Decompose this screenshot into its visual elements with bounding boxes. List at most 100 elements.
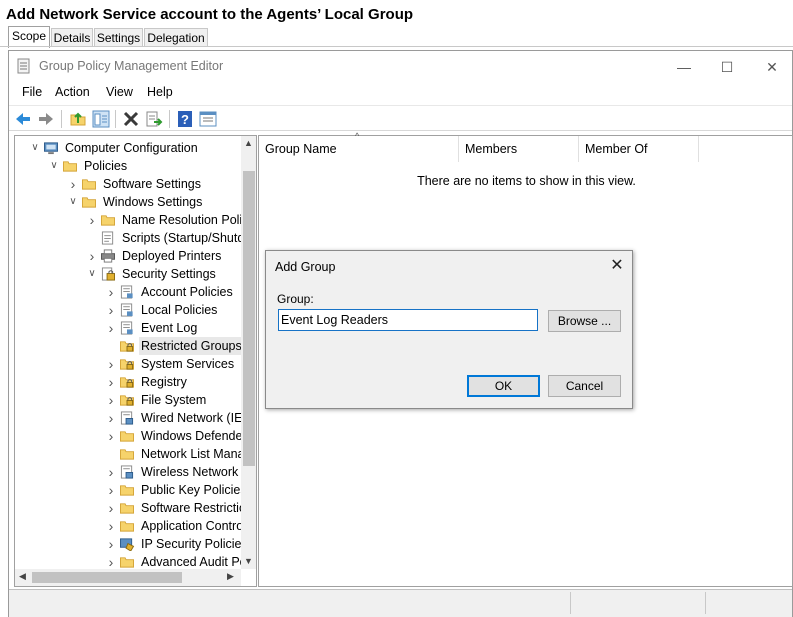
menu-bar: File Action View Help (9, 82, 792, 104)
back-arrow-icon[interactable] (14, 110, 32, 128)
tab-details[interactable]: Details (51, 28, 93, 47)
column-header-member-of[interactable]: Member Of (579, 136, 699, 162)
empty-list-message: There are no items to show in this view. (417, 174, 636, 188)
tree-item-label: Application Contro (141, 519, 244, 533)
folder-icon (120, 449, 134, 460)
scroll-down-icon[interactable]: ▼ (244, 556, 253, 566)
menu-action[interactable]: Action (55, 85, 90, 99)
tree-vertical-scroll-thumb[interactable] (243, 171, 255, 466)
help-icon[interactable]: ? (176, 110, 194, 128)
collapse-chevron-icon[interactable]: ∨ (86, 265, 98, 283)
tree-item-label: Event Log (141, 321, 198, 335)
tree-item-label: Account Policies (141, 285, 233, 299)
tree-horizontal-scroll-thumb[interactable] (32, 572, 182, 583)
collapse-chevron-icon[interactable]: ∨ (48, 157, 60, 175)
app-icon (17, 58, 30, 74)
toolbar: ? (9, 105, 792, 131)
expand-chevron-icon[interactable]: › (105, 535, 117, 553)
menu-file[interactable]: File (22, 85, 42, 99)
collapse-chevron-icon[interactable]: ∨ (67, 193, 79, 211)
show-hide-tree-icon[interactable] (92, 110, 110, 128)
svg-text:?: ? (181, 112, 189, 127)
expand-chevron-icon[interactable]: › (105, 427, 117, 445)
dialog-close-icon[interactable]: ✕ (606, 255, 628, 277)
window-titlebar: Group Policy Management Editor — ☐ ✕ (9, 51, 792, 81)
expand-chevron-icon[interactable]: › (105, 319, 117, 337)
tab-scope[interactable]: Scope (8, 26, 50, 48)
tree-item-label: Windows Settings (103, 195, 203, 209)
policy-icon (120, 285, 133, 299)
locked-folder-icon (120, 341, 134, 352)
expand-chevron-icon[interactable]: › (86, 211, 98, 229)
tree-item-label: Computer Configuration (65, 141, 198, 155)
folder-icon (120, 557, 134, 568)
expand-chevron-icon[interactable]: › (105, 481, 117, 499)
expand-chevron-icon[interactable]: › (105, 283, 117, 301)
cancel-button[interactable]: Cancel (548, 375, 621, 397)
tab-delegation[interactable]: Delegation (144, 28, 208, 47)
add-group-dialog: Add Group ✕ Group: Browse ... OK Cancel (265, 250, 633, 409)
tab-divider (0, 46, 793, 47)
group-name-input[interactable] (278, 309, 538, 331)
folder-icon (120, 521, 134, 532)
collapse-chevron-icon[interactable]: ∨ (29, 139, 41, 157)
status-divider (705, 592, 706, 614)
folder-icon (120, 485, 134, 496)
scroll-right-icon[interactable]: ▶ (227, 571, 234, 582)
dialog-title: Add Group (275, 260, 336, 274)
locked-folder-icon (120, 359, 134, 370)
expand-chevron-icon[interactable]: › (105, 409, 117, 427)
expand-chevron-icon[interactable]: › (105, 499, 117, 517)
maximize-button[interactable]: ☐ (712, 56, 742, 78)
scroll-up-icon[interactable]: ▲ (244, 138, 253, 148)
locked-folder-icon (120, 395, 134, 406)
toolbar-separator (61, 110, 62, 128)
expand-chevron-icon[interactable]: › (67, 175, 79, 193)
tree-item-label: Software Restrictio (141, 501, 246, 515)
tab-settings[interactable]: Settings (94, 28, 143, 47)
menu-view[interactable]: View (106, 85, 133, 99)
expand-chevron-icon[interactable]: › (105, 373, 117, 391)
forward-arrow-icon[interactable] (37, 110, 55, 128)
folder-icon (120, 431, 134, 442)
toolbar-separator (115, 110, 116, 128)
network-policy-icon (120, 411, 134, 425)
ok-button[interactable]: OK (467, 375, 540, 397)
expand-chevron-icon[interactable]: › (105, 355, 117, 373)
export-list-icon[interactable] (145, 110, 163, 128)
browse-button[interactable]: Browse ... (548, 310, 621, 332)
sort-ascending-icon: ^ (355, 131, 360, 141)
expand-chevron-icon[interactable]: › (105, 463, 117, 481)
close-button[interactable]: ✕ (757, 56, 787, 78)
tree-item-label: Scripts (Startup/Shutdo (122, 231, 252, 245)
expand-chevron-icon[interactable]: › (105, 301, 117, 319)
delete-x-icon[interactable] (122, 110, 140, 128)
properties-icon[interactable] (199, 110, 217, 128)
tree-item-label: Windows Defender (141, 429, 247, 443)
tree-item-label: Name Resolution Polic (122, 213, 249, 227)
tree-item-label: Deployed Printers (122, 249, 222, 263)
group-field-label: Group: (277, 292, 314, 306)
expand-chevron-icon[interactable]: › (105, 517, 117, 535)
tree-item-label: Public Key Policies (141, 483, 247, 497)
menu-help[interactable]: Help (147, 85, 173, 99)
scroll-left-icon[interactable]: ◀ (19, 571, 26, 582)
network-policy-icon (120, 465, 134, 479)
console-tree[interactable]: ∨ Computer Configuration ∨ Policies › Softwar… (14, 135, 257, 587)
expand-chevron-icon[interactable]: › (105, 391, 117, 409)
tree-item-label: Wireless Network ( (141, 465, 246, 479)
tree-item-label: Security Settings (122, 267, 216, 281)
minimize-button[interactable]: — (669, 56, 699, 78)
expand-chevron-icon[interactable]: › (86, 247, 98, 265)
up-folder-icon[interactable] (69, 110, 87, 128)
column-header-members[interactable]: Members (459, 136, 579, 162)
folder-icon (82, 179, 96, 190)
policy-icon (120, 303, 133, 317)
tree-item-label: Registry (141, 375, 187, 389)
folder-icon (63, 161, 77, 172)
locked-folder-icon (120, 377, 134, 388)
tree-item-label: Policies (84, 159, 128, 173)
